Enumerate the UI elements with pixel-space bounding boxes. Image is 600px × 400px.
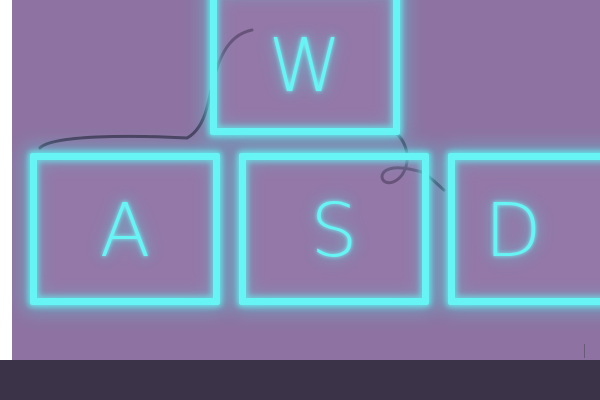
controls-panel: W A S D (12, 0, 600, 360)
game-screen: W A S D (0, 0, 600, 400)
bottom-bar (0, 360, 600, 400)
key-w[interactable]: W (210, 0, 400, 135)
key-a-label: A (99, 188, 151, 274)
key-a[interactable]: A (30, 153, 220, 305)
key-w-label: W (268, 22, 342, 109)
key-s[interactable]: S (239, 153, 429, 305)
tick-mark (584, 344, 585, 358)
key-d[interactable]: D (448, 153, 600, 305)
key-s-label: S (310, 188, 358, 274)
key-d-label: D (484, 188, 542, 274)
